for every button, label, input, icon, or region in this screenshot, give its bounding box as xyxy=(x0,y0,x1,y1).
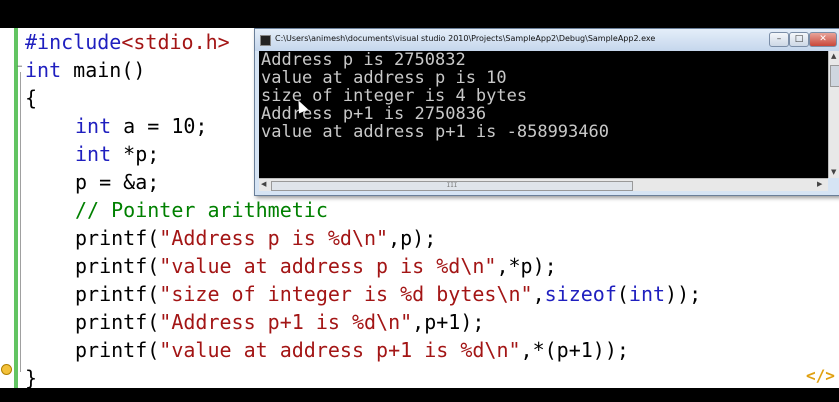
code-line-assign: p = &a; xyxy=(75,170,160,194)
output-line: Address p+1 is 2750836 xyxy=(261,104,487,124)
code-line-printf-4: printf("Address p+1 is %d\n",p+1); xyxy=(75,310,485,334)
horizontal-scrollbar[interactable]: ◀ III ▶ xyxy=(259,178,828,191)
code-line-open-brace: { xyxy=(25,86,38,110)
console-window[interactable]: C:\Users\animesh\documents\visual studio… xyxy=(254,28,839,196)
code-line-printf-1: printf("Address p is %d\n",p); xyxy=(75,226,437,250)
code-line-main: int main() xyxy=(25,58,146,82)
code-line-printf-3: printf("size of integer is %d bytes\n",s… xyxy=(75,282,702,306)
output-line: value at address p+1 is -858993460 xyxy=(261,122,609,142)
code-line-comment: // Pointer arithmetic xyxy=(75,198,328,222)
code-line-printf-2: printf("value at address p is %d\n",*p); xyxy=(75,254,557,278)
scroll-left-icon[interactable]: ◀ xyxy=(261,180,266,188)
channel-logo-icon: </> xyxy=(806,366,835,385)
vertical-scrollbar[interactable]: ▲ ▼ xyxy=(828,51,839,178)
output-line: Address p is 2750832 xyxy=(261,51,466,70)
horizontal-scroll-thumb[interactable]: III xyxy=(271,181,633,191)
breakpoint-icon[interactable] xyxy=(1,364,12,375)
console-output: Address p is 2750832 value at address p … xyxy=(259,51,828,178)
code-line-include: #include<stdio.h> xyxy=(25,30,230,54)
scroll-right-icon[interactable]: ▶ xyxy=(817,180,822,188)
change-indicator-bar xyxy=(14,28,18,388)
console-title-bar[interactable]: C:\Users\animesh\documents\visual studio… xyxy=(255,29,839,51)
code-line-printf-5: printf("value at address p+1 is %d\n",*(… xyxy=(75,338,629,362)
minimize-button[interactable]: – xyxy=(769,32,789,47)
output-line: value at address p is 10 xyxy=(261,68,507,88)
console-title: C:\Users\animesh\documents\visual studio… xyxy=(275,34,656,43)
code-line-decl-a: int a = 10; xyxy=(75,114,208,138)
scroll-down-icon[interactable]: ▼ xyxy=(831,168,836,176)
close-button[interactable]: ✕ xyxy=(809,32,837,47)
vertical-scroll-thumb[interactable] xyxy=(830,65,839,87)
fold-collapse-icon[interactable]: − xyxy=(17,63,23,72)
code-line-decl-p: int *p; xyxy=(75,142,160,166)
console-app-icon xyxy=(260,35,271,46)
code-line-close-brace: } xyxy=(25,366,38,388)
scroll-up-icon[interactable]: ▲ xyxy=(831,52,836,60)
outline-fold-line xyxy=(20,72,21,372)
maximize-button[interactable]: □ xyxy=(789,32,809,47)
